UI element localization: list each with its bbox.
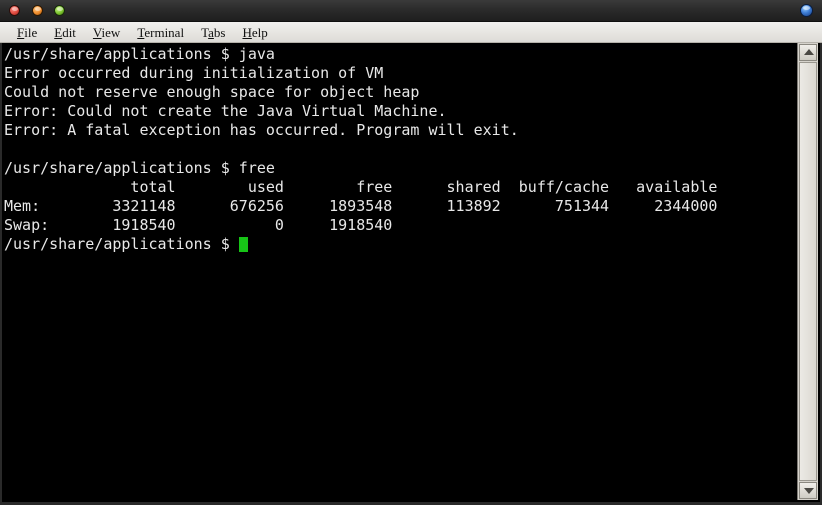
app-sphere-icon <box>800 4 813 17</box>
terminal-window: File Edit View Terminal Tabs Help /usr/s… <box>0 0 822 505</box>
menu-item-file[interactable]: File <box>9 24 46 41</box>
scrollbar-thumb[interactable] <box>800 63 816 480</box>
terminal-frame: /usr/share/applications $ java Error occ… <box>0 43 822 505</box>
triangle-up-icon <box>804 49 814 55</box>
menu-item-help[interactable]: Help <box>234 24 276 41</box>
triangle-down-icon <box>804 488 814 494</box>
terminal-prompt: /usr/share/applications $ <box>4 235 239 253</box>
minimize-window-button[interactable] <box>32 5 43 16</box>
title-bar[interactable] <box>0 0 822 22</box>
menu-bar: File Edit View Terminal Tabs Help <box>0 22 822 43</box>
terminal-screen[interactable]: /usr/share/applications $ java Error occ… <box>2 43 799 500</box>
scrollbar-trough[interactable] <box>799 62 817 481</box>
menu-item-terminal[interactable]: Terminal <box>129 24 193 41</box>
scroll-up-icon[interactable] <box>799 44 817 61</box>
menu-item-view[interactable]: View <box>85 24 129 41</box>
terminal-output: /usr/share/applications $ java Error occ… <box>4 45 718 253</box>
menu-item-edit[interactable]: Edit <box>46 24 85 41</box>
terminal-cursor <box>238 237 248 252</box>
menu-item-tabs[interactable]: Tabs <box>193 24 234 41</box>
maximize-window-button[interactable] <box>54 5 65 16</box>
scroll-down-icon[interactable] <box>799 482 817 499</box>
close-window-button[interactable] <box>9 5 20 16</box>
terminal-scrollbar[interactable] <box>797 43 818 500</box>
